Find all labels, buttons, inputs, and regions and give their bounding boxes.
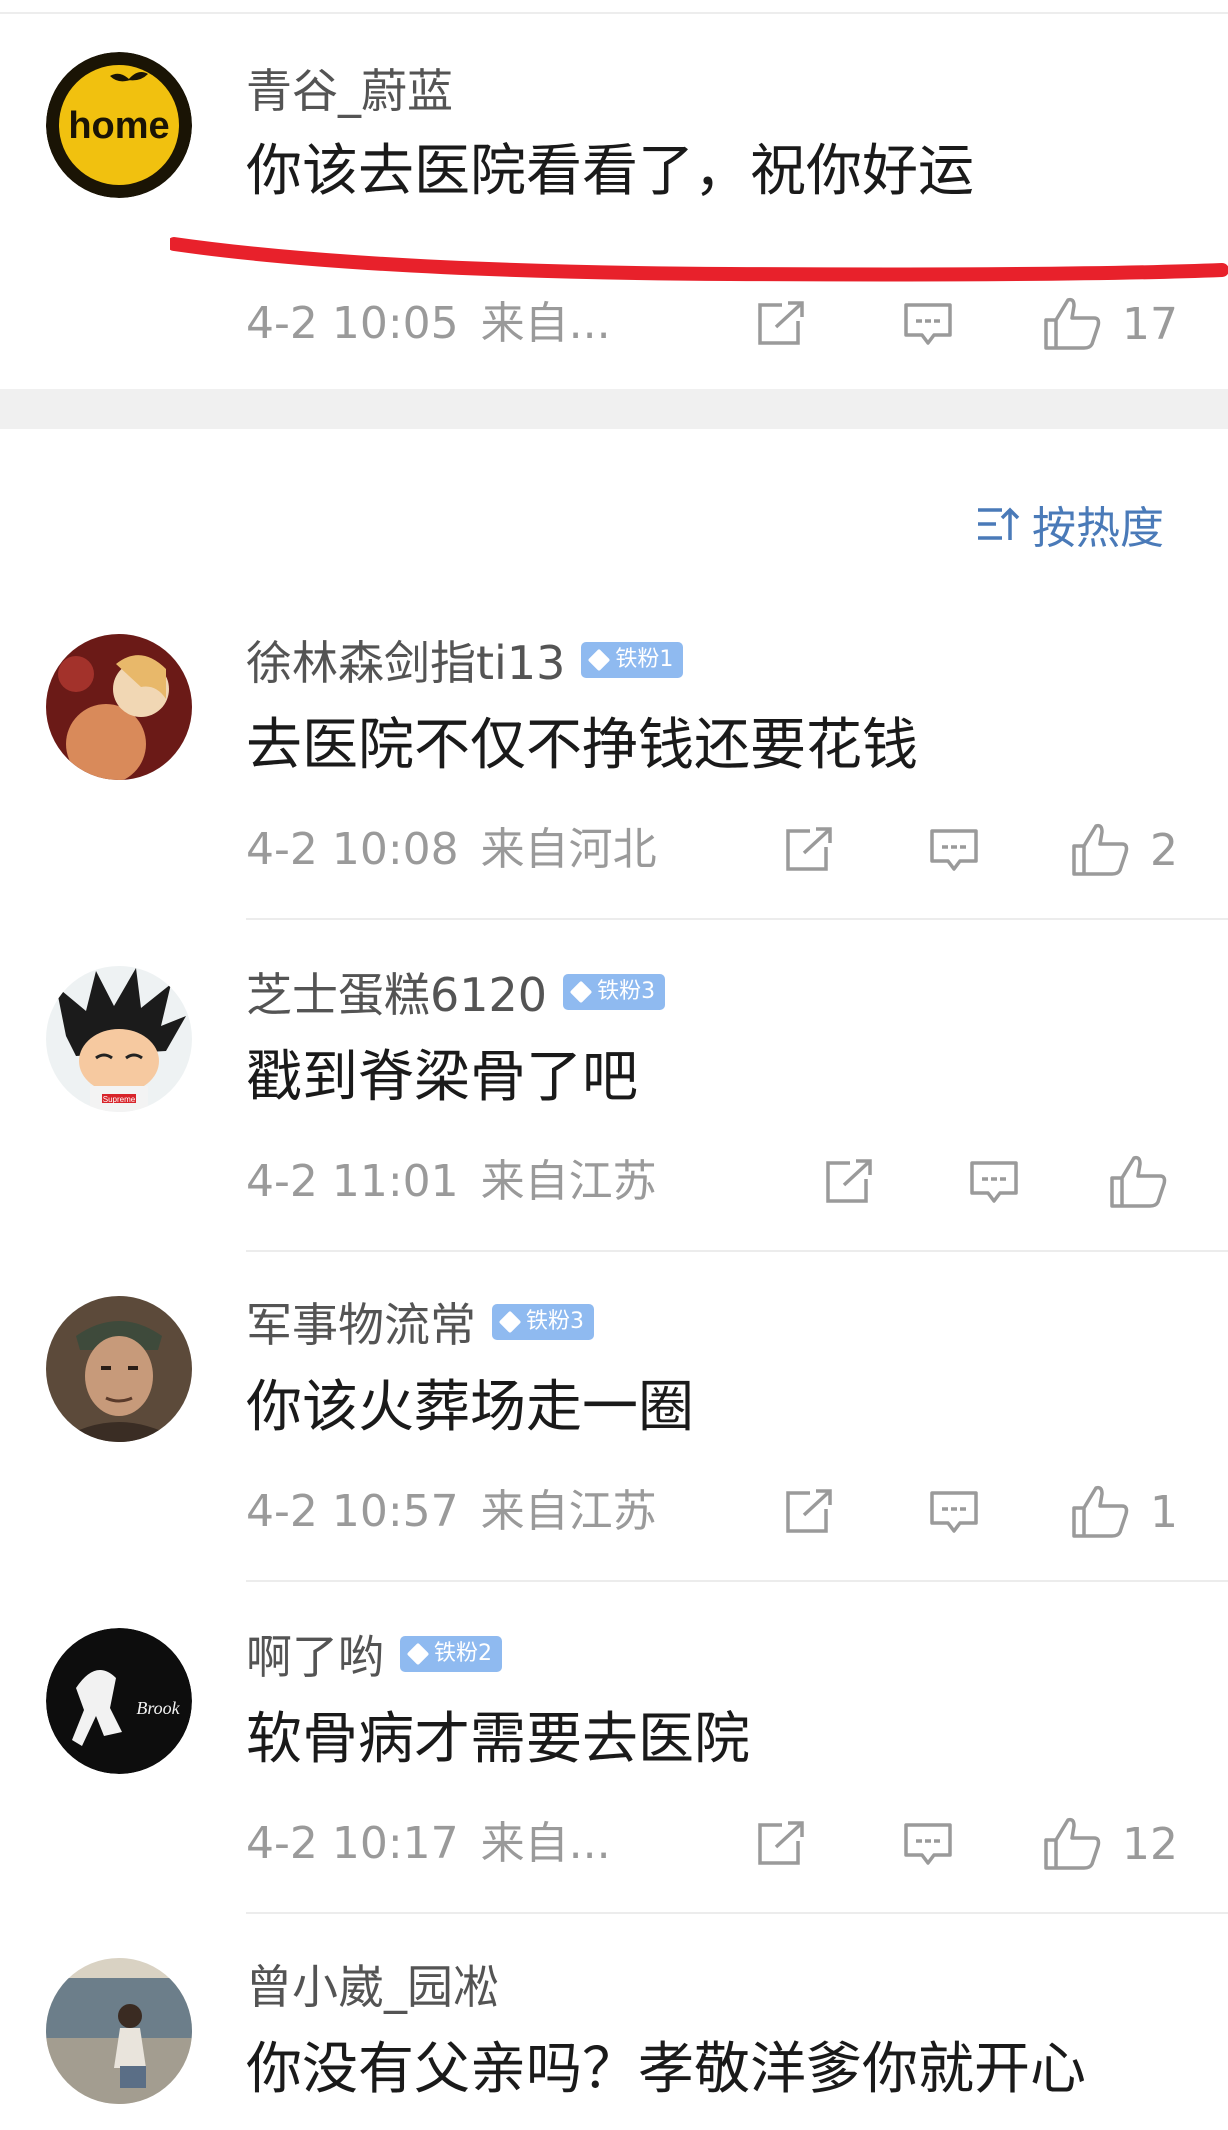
comment-icon xyxy=(930,1491,978,1533)
diamond-icon xyxy=(498,1310,522,1334)
username[interactable]: 青谷_蔚蓝 xyxy=(246,58,453,118)
comment-text: 你没有父亲吗？孝敬洋爹你就开心 xyxy=(246,2037,1086,2102)
repost-icon xyxy=(826,1159,872,1203)
username[interactable]: 芝士蛋糕6120 铁粉3 xyxy=(246,959,666,1025)
like-button[interactable]: 2 xyxy=(1070,820,1178,880)
comment-text: 去医院不仅不挣钱还要花钱 xyxy=(246,713,918,778)
username-text[interactable]: 徐林森剑指ti13 xyxy=(246,627,565,693)
comment-feed: home 青谷_蔚蓝 你该去医院看看了，祝你好运 4-2 10:05 来自... … xyxy=(0,0,1228,2130)
like-count: 17 xyxy=(1122,298,1178,350)
repost-button[interactable] xyxy=(752,294,808,354)
repost-icon xyxy=(786,827,832,871)
avatar[interactable] xyxy=(46,634,192,780)
repost-button[interactable] xyxy=(780,1482,836,1542)
comment-meta: 4-2 10:08 来自河北 xyxy=(246,820,657,880)
like-icon xyxy=(1044,1817,1101,1870)
diamond-icon xyxy=(569,980,593,1004)
comment-icon xyxy=(904,1823,952,1865)
comment-divider xyxy=(246,918,1228,920)
comment-meta: 4-2 10:05 来自... xyxy=(246,294,611,354)
comment-source: 来自江苏 xyxy=(480,1156,657,1207)
comment-meta: 4-2 10:57 来自江苏 xyxy=(246,1482,657,1542)
comment-text: 戳到脊梁骨了吧 xyxy=(246,1045,638,1110)
username-text[interactable]: 啊了哟 xyxy=(246,1621,384,1687)
username[interactable]: 曾小崴_园凇 xyxy=(246,1954,499,2014)
sort-icon xyxy=(978,507,1020,540)
like-button[interactable]: 1 xyxy=(1070,1482,1178,1542)
username[interactable]: 徐林森剑指ti13 铁粉1 xyxy=(246,627,684,693)
section-separator xyxy=(0,389,1228,429)
avatar[interactable]: Supreme xyxy=(46,966,192,1112)
avatar[interactable] xyxy=(46,1296,192,1442)
like-button[interactable] xyxy=(1108,1152,1188,1212)
like-button[interactable]: 17 xyxy=(1042,294,1178,354)
diamond-icon xyxy=(588,648,611,672)
comment-date: 4-2 10:08 xyxy=(246,824,459,875)
comment-meta: 4-2 11:01 来自江苏 xyxy=(246,1152,657,1212)
comment-icon xyxy=(970,1161,1018,1203)
fan-badge[interactable]: 铁粉1 xyxy=(581,642,684,678)
repost-button[interactable] xyxy=(820,1152,876,1212)
like-icon xyxy=(1044,297,1101,350)
comment-text: 你该去医院看看了，祝你好运 xyxy=(246,139,974,204)
sort-label: 按热度 xyxy=(1032,503,1164,554)
username-text[interactable]: 青谷_蔚蓝 xyxy=(246,55,453,121)
like-count: 1 xyxy=(1150,1486,1178,1538)
repost-button[interactable] xyxy=(752,1814,808,1874)
username-text[interactable]: 曾小崴_园凇 xyxy=(246,1951,499,2017)
username[interactable]: 军事物流常 铁粉3 xyxy=(246,1292,594,1352)
repost-icon xyxy=(786,1489,832,1533)
username-text[interactable]: 军事物流常 xyxy=(246,1289,476,1355)
comment-source: 来自... xyxy=(480,1818,611,1869)
diamond-icon xyxy=(406,1642,430,1666)
comment-date: 4-2 10:05 xyxy=(246,298,459,349)
svg-text:Supreme: Supreme xyxy=(103,1095,136,1104)
fan-badge-label: 铁粉3 xyxy=(597,979,656,1004)
comment-source: 来自河北 xyxy=(480,824,657,875)
comment-source: 来自... xyxy=(480,298,611,349)
comment-date: 4-2 10:57 xyxy=(246,1486,459,1537)
avatar[interactable]: Brook xyxy=(46,1628,192,1774)
like-count: 2 xyxy=(1150,824,1178,876)
sort-by-hot-button[interactable]: 按热度 xyxy=(976,494,1164,554)
like-count: 12 xyxy=(1122,1818,1178,1870)
fan-badge-label: 铁粉1 xyxy=(615,647,674,672)
username[interactable]: 啊了哟 铁粉2 xyxy=(246,1624,502,1684)
fan-badge[interactable]: 铁粉3 xyxy=(492,1304,594,1340)
comment-button[interactable] xyxy=(926,820,982,880)
repost-icon xyxy=(758,1821,804,1865)
comment-button[interactable] xyxy=(900,294,956,354)
avatar[interactable] xyxy=(46,1958,192,2104)
like-icon xyxy=(1072,1485,1129,1538)
comment-button[interactable] xyxy=(966,1152,1022,1212)
username-text[interactable]: 芝士蛋糕6120 xyxy=(246,959,547,1025)
repost-icon xyxy=(758,301,804,345)
comment-text: 软骨病才需要去医院 xyxy=(246,1707,750,1772)
fan-badge[interactable]: 铁粉3 xyxy=(563,974,666,1010)
avatar[interactable]: home xyxy=(46,52,192,198)
top-divider xyxy=(0,12,1228,14)
comment-date: 4-2 11:01 xyxy=(246,1156,459,1207)
comment-icon xyxy=(930,829,978,871)
repost-button[interactable] xyxy=(780,820,836,880)
comment-icon xyxy=(904,303,952,345)
like-button[interactable]: 12 xyxy=(1042,1814,1178,1874)
fan-badge[interactable]: 铁粉2 xyxy=(400,1636,502,1672)
comment-divider xyxy=(246,1580,1228,1582)
like-icon xyxy=(1072,823,1129,876)
comment-divider xyxy=(246,1912,1228,1914)
red-annotation-underline xyxy=(170,237,1228,282)
comment-meta: 4-2 10:17 来自... xyxy=(246,1814,611,1874)
comment-date: 4-2 10:17 xyxy=(246,1818,459,1869)
comment-button[interactable] xyxy=(900,1814,956,1874)
fan-badge-label: 铁粉2 xyxy=(434,1641,492,1666)
comment-divider xyxy=(246,1250,1228,1252)
comment-source: 来自江苏 xyxy=(480,1486,657,1537)
svg-text:Brook: Brook xyxy=(136,1698,180,1718)
fan-badge-label: 铁粉3 xyxy=(526,1309,584,1334)
comment-text: 你该火葬场走一圈 xyxy=(246,1375,694,1440)
comment-button[interactable] xyxy=(926,1482,982,1542)
like-icon xyxy=(1110,1155,1167,1208)
svg-text:home: home xyxy=(68,105,169,147)
